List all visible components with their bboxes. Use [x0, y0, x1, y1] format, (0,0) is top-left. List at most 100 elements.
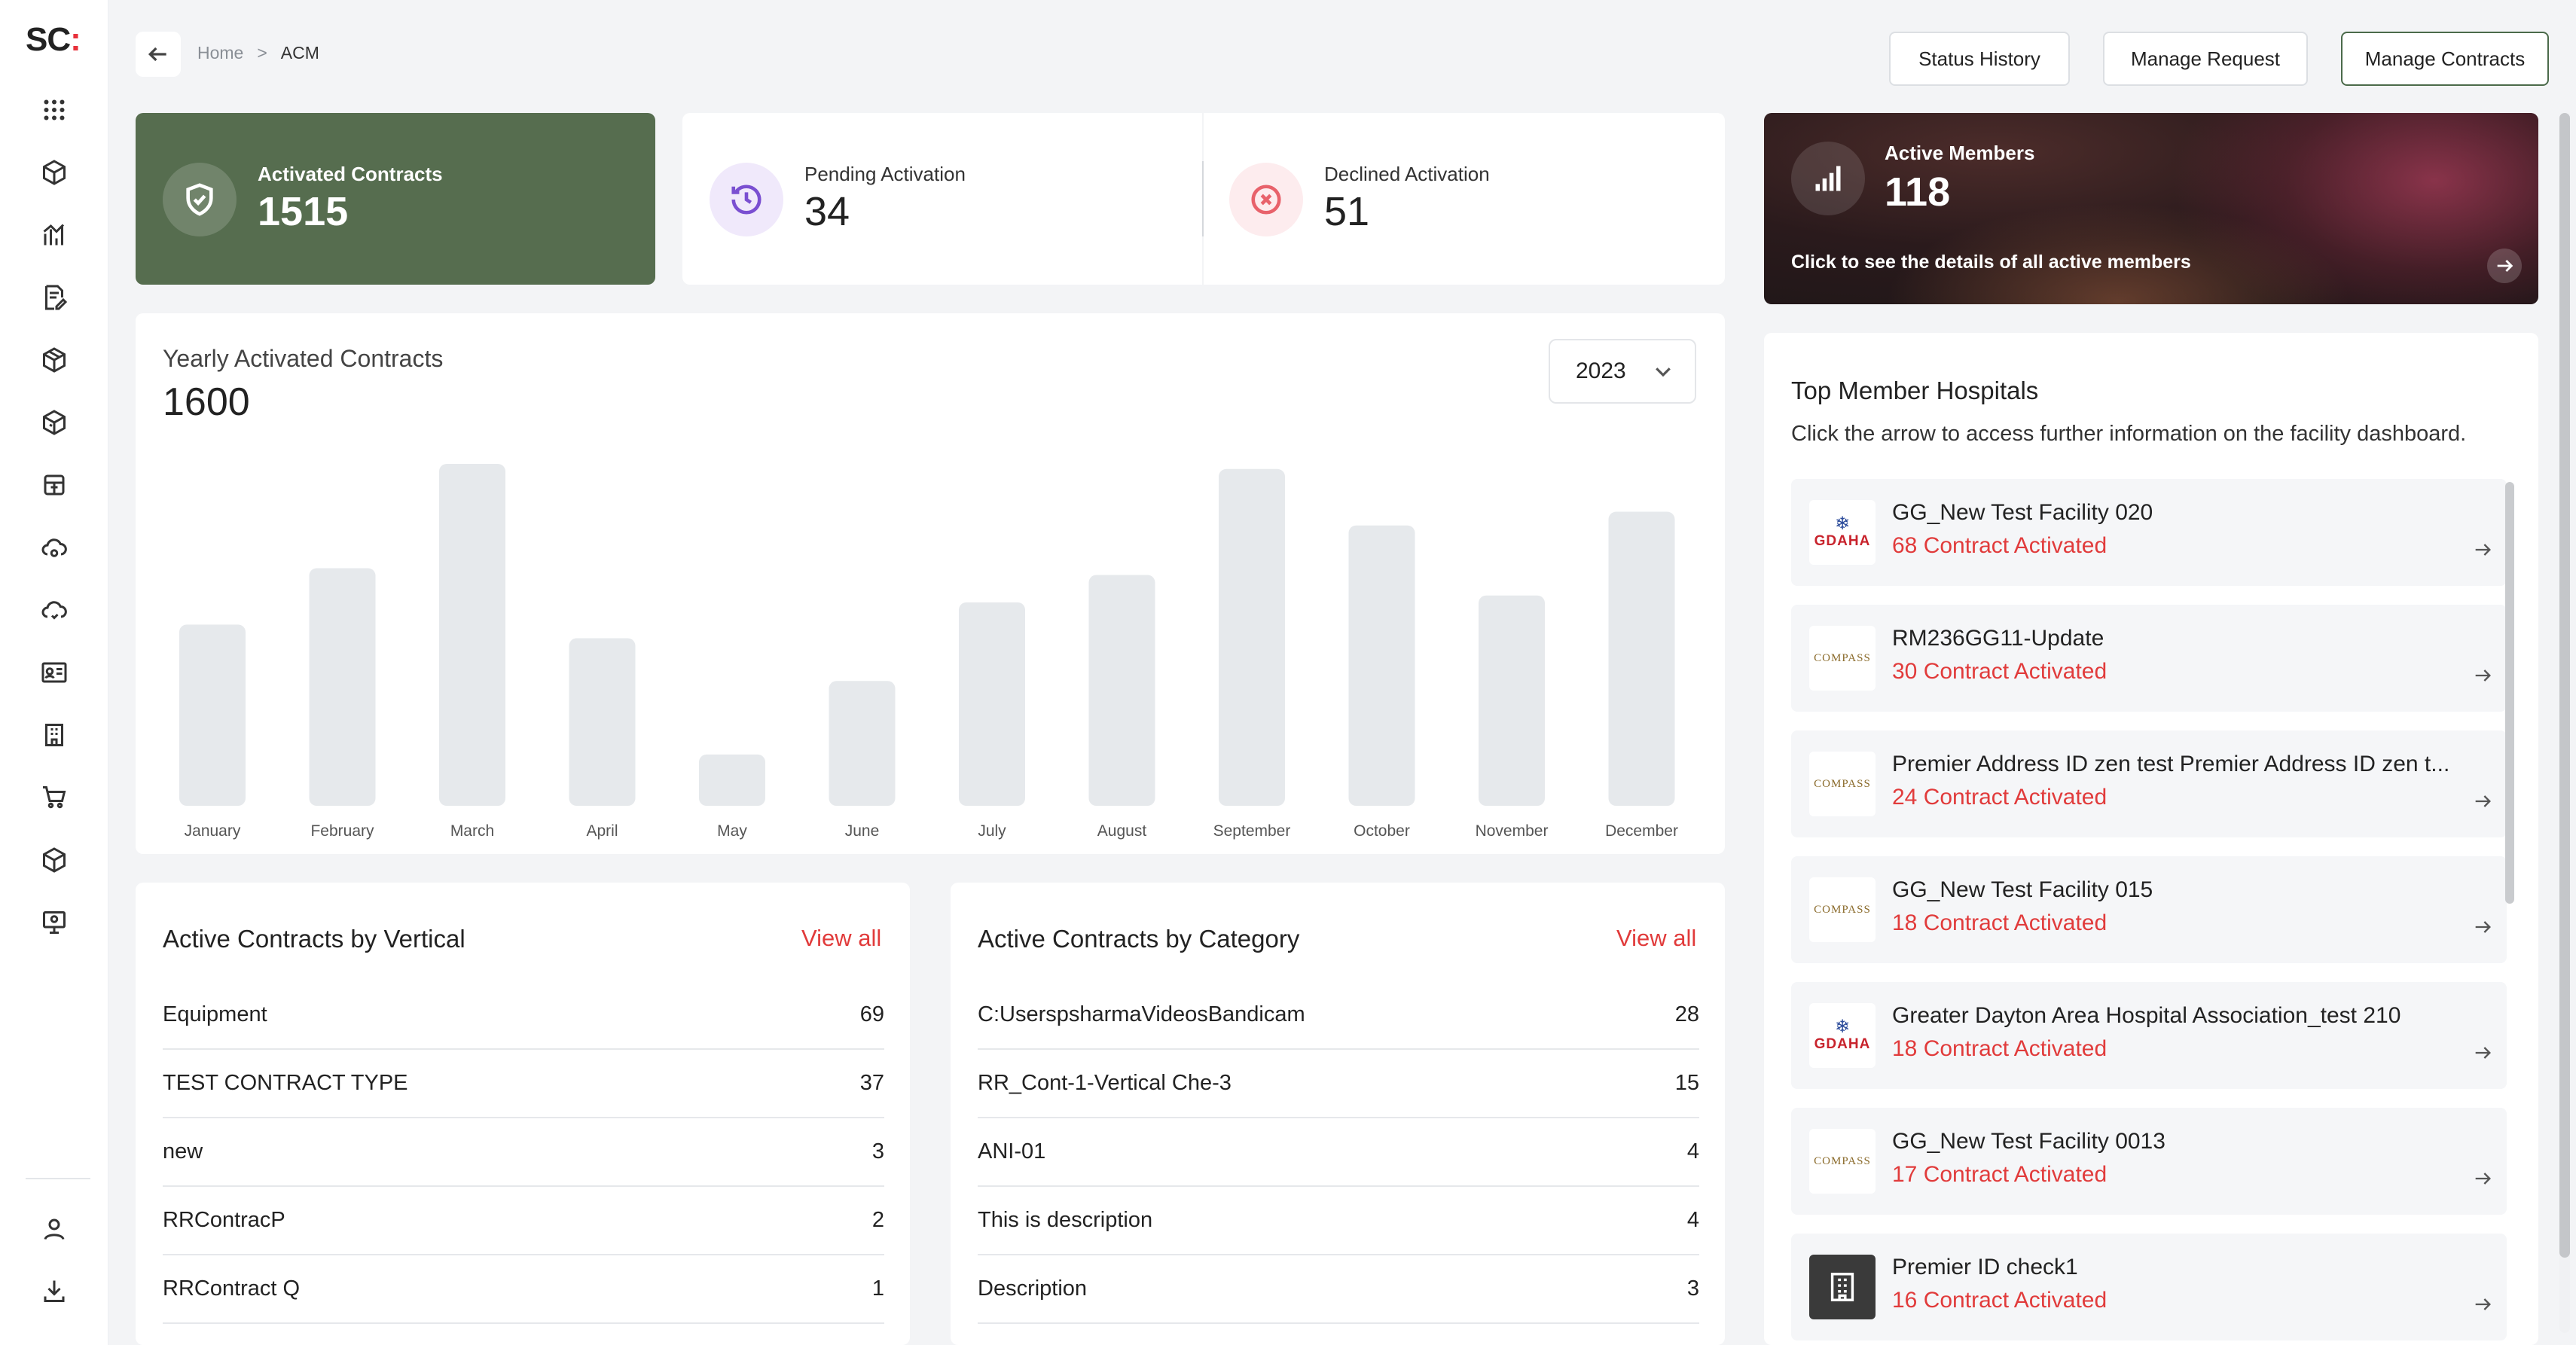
table-row[interactable]: Description 3 [978, 1255, 1699, 1324]
bar-june[interactable] [829, 681, 896, 806]
breadcrumb: Home > ACM [197, 43, 319, 63]
category-view-all-link[interactable]: View all [1616, 925, 1696, 952]
arrow-right-icon[interactable] [2472, 1294, 2495, 1316]
table-row[interactable]: ANI-01 4 [978, 1118, 1699, 1187]
bar-april[interactable] [569, 638, 636, 806]
gdaha-logo: ❄ GDAHA [1809, 500, 1876, 565]
hospital-contract-count: 30 Contract Activated [1892, 659, 2107, 684]
hospital-contract-count: 18 Contract Activated [1892, 1036, 2107, 1061]
hospital-list-item[interactable]: COMPASS RM236GG11-Update 30 Contract Activ… [1791, 605, 2507, 712]
hospital-list-item[interactable]: ❄ GDAHA Greater Dayton Area Hospital Assoc… [1791, 982, 2507, 1089]
app-logo[interactable]: SC: [26, 21, 81, 59]
id-card-icon[interactable] [39, 657, 69, 688]
row-value: 4 [1686, 1207, 1699, 1232]
row-value: 1 [871, 1276, 884, 1301]
hospital-name: Premier ID check1 [1892, 1255, 2078, 1279]
breadcrumb-home[interactable]: Home [197, 43, 243, 63]
table-row[interactable]: RRContracP 2 [163, 1186, 884, 1255]
box-outline-icon[interactable] [39, 845, 69, 875]
row-value: 2 [871, 1207, 884, 1232]
pending-activation-card[interactable]: Pending Activation 34 [682, 113, 1202, 285]
analytics-icon[interactable] [39, 220, 69, 250]
status-history-button[interactable]: Status History [1889, 32, 2070, 86]
table-row[interactable]: TEST CONTRACT TYPE 37 [163, 1049, 884, 1118]
back-button[interactable] [136, 32, 181, 77]
bar-august[interactable] [1088, 575, 1155, 806]
page-scrollbar-thumb[interactable] [2559, 113, 2570, 1258]
table-row[interactable]: C:UserspsharmaVideosBandicam 28 [978, 981, 1699, 1050]
cube-icon[interactable] [39, 470, 69, 500]
shield-check-icon [163, 163, 237, 236]
arrow-right-icon[interactable] [2472, 665, 2495, 688]
declined-activation-card[interactable]: Declined Activation 51 [1204, 113, 1725, 285]
manage-request-button[interactable]: Manage Request [2103, 32, 2308, 86]
bar-november[interactable] [1479, 595, 1545, 806]
cloud-settings-icon[interactable] [39, 532, 69, 563]
signal-bars-icon [1791, 142, 1865, 215]
declined-activation-label: Declined Activation [1324, 163, 1490, 185]
user-icon[interactable] [39, 1214, 69, 1244]
cloud-alt-icon[interactable] [39, 595, 69, 625]
building-icon[interactable] [39, 720, 69, 750]
arrow-right-icon[interactable] [2472, 1168, 2495, 1191]
activated-contracts-card[interactable]: Activated Contracts 1515 [136, 113, 655, 285]
row-label: RRContract Q [163, 1276, 301, 1301]
row-label: Equipment [163, 1002, 267, 1026]
document-edit-icon[interactable] [39, 282, 69, 313]
bar-december[interactable] [1608, 511, 1675, 806]
row-value: 28 [1674, 1002, 1699, 1026]
download-icon[interactable] [39, 1276, 69, 1306]
x-tick-label: November [1476, 822, 1549, 840]
activated-contracts-value: 1515 [258, 189, 349, 234]
hospital-list-item[interactable]: COMPASS GG_New Test Facility 0013 17 Contr… [1791, 1108, 2507, 1215]
table-row[interactable]: new 3 [163, 1118, 884, 1187]
vertical-view-all-link[interactable]: View all [801, 925, 881, 952]
bar-september[interactable] [1219, 468, 1285, 806]
compass-logo: COMPASS [1809, 1129, 1876, 1194]
sidebar: SC: [0, 0, 108, 1345]
bar-march[interactable] [439, 464, 505, 806]
hospital-name: GG_New Test Facility 020 [1892, 500, 2153, 525]
table-row[interactable]: RRContract Q 1 [163, 1255, 884, 1324]
arrow-right-icon[interactable] [2472, 1042, 2495, 1065]
bar-january[interactable] [179, 624, 246, 806]
x-tick-label: February [310, 822, 374, 840]
row-value: 3 [871, 1139, 884, 1164]
row-label: TEST CONTRACT TYPE [163, 1070, 408, 1095]
box-icon[interactable] [39, 157, 69, 188]
hospital-list-item[interactable]: COMPASS Premier Address ID zen test Premi… [1791, 730, 2507, 837]
vertical-panel-title: Active Contracts by Vertical [163, 925, 465, 953]
sidebar-divider [26, 1178, 90, 1179]
row-label: RR_Cont-1-Vertical Che-3 [978, 1070, 1232, 1095]
bar-may[interactable] [699, 754, 765, 806]
table-row[interactable]: Equipment 69 [163, 981, 884, 1050]
hospital-list-item[interactable]: Premier ID check1 16 Contract Activated [1791, 1234, 2507, 1340]
arrow-right-icon[interactable] [2472, 539, 2495, 562]
breadcrumb-current: ACM [280, 43, 319, 63]
hospitals-scrollbar[interactable] [2505, 482, 2514, 904]
active-members-card[interactable]: Active Members 118 Click to see the deta… [1764, 113, 2538, 304]
x-tick-label: July [978, 822, 1006, 840]
apps-grid-icon[interactable] [39, 95, 69, 125]
logo-text: COMPASS [1814, 651, 1871, 664]
table-row[interactable]: RR_Cont-1-Vertical Che-3 15 [978, 1049, 1699, 1118]
active-contracts-by-vertical-panel: Active Contracts by Vertical View all Eq… [136, 883, 910, 1345]
x-tick-label: June [845, 822, 880, 840]
package-alt-icon[interactable] [39, 407, 69, 438]
manage-contracts-button[interactable]: Manage Contracts [2341, 32, 2549, 86]
arrow-right-icon[interactable] [2472, 916, 2495, 939]
bar-july[interactable] [959, 602, 1025, 806]
hospitals-subtitle: Click the arrow to access further inform… [1791, 422, 2467, 446]
table-row[interactable]: This is description 4 [978, 1186, 1699, 1255]
bar-february[interactable] [309, 568, 376, 806]
hospital-list-item[interactable]: COMPASS GG_New Test Facility 015 18 Contra… [1791, 856, 2507, 963]
monitor-icon[interactable] [39, 907, 69, 938]
bar-october[interactable] [1348, 525, 1415, 806]
arrow-right-icon[interactable] [2472, 791, 2495, 813]
package-icon[interactable] [39, 345, 69, 375]
cart-icon[interactable] [39, 782, 69, 813]
arrow-right-icon[interactable] [2487, 249, 2522, 283]
hospital-list-item[interactable]: ❄ GDAHA GG_New Test Facility 020 68 Contrac… [1791, 479, 2507, 586]
top-member-hospitals-panel: Top Member Hospitals Click the arrow to … [1764, 333, 2538, 1345]
row-value: 69 [859, 1002, 884, 1026]
